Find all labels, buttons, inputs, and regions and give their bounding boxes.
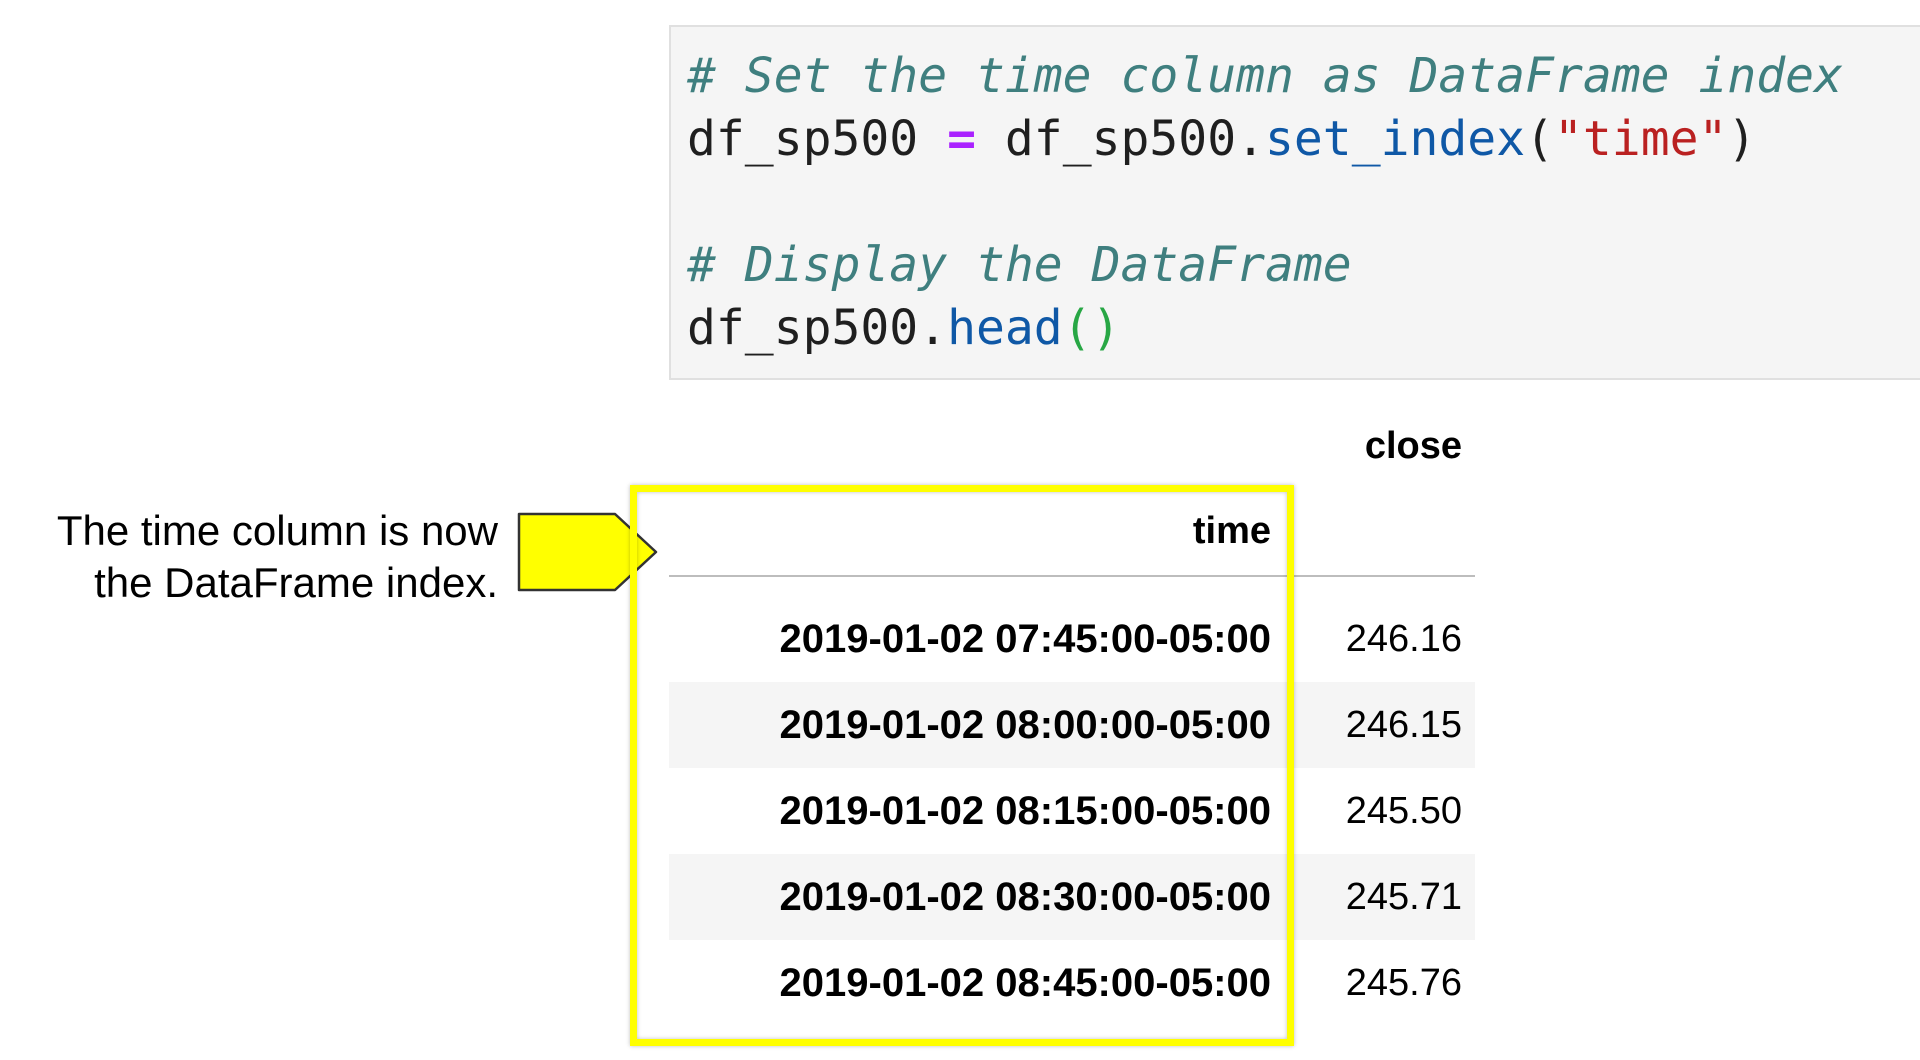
index-header-time: time [1192,510,1271,552]
code-string-arg: "time" [1554,111,1728,167]
row-index: 2019-01-02 07:45:00-05:00 [779,617,1271,661]
code-object-2: df_sp500. [687,300,948,356]
code-open-paren: ( [1525,111,1554,167]
code-comment-set-index: # Set the time column as DataFrame index [687,48,1843,104]
code-editor[interactable]: # Set the time column as DataFrame index… [687,45,1843,360]
code-assign-operator: = [947,111,976,167]
code-var: df_sp500 [687,111,919,167]
table-row: 2019-01-02 08:00:00-05:00 246.15 [669,682,1475,768]
code-close-paren: ) [1727,111,1757,167]
callout-arrow-icon [517,512,658,592]
row-index: 2019-01-02 08:15:00-05:00 [779,789,1271,833]
table-row: 2019-01-02 08:45:00-05:00 245.76 [669,940,1475,1026]
column-header-close: close [1364,425,1462,467]
row-value: 245.76 [1345,962,1462,1004]
annotation-line-2: the DataFrame index. [94,559,498,606]
row-value: 246.16 [1345,618,1462,660]
code-parens: () [1062,300,1121,356]
row-value: 245.71 [1345,876,1462,918]
code-method-set-index: set_index [1265,111,1526,167]
row-index: 2019-01-02 08:00:00-05:00 [779,703,1271,747]
code-cell[interactable]: # Set the time column as DataFrame index… [669,25,1920,380]
code-method-head: head [947,300,1063,356]
row-value: 245.50 [1345,790,1462,832]
table-row: 2019-01-02 08:30:00-05:00 245.71 [669,854,1475,940]
code-object: df_sp500. [1004,111,1265,167]
annotation-text: The time column is now the DataFrame ind… [57,505,498,609]
header-divider [669,575,1475,577]
row-value: 246.15 [1345,704,1462,746]
table-row: 2019-01-02 07:45:00-05:00 246.16 [669,596,1475,682]
row-index: 2019-01-02 08:45:00-05:00 [779,961,1271,1005]
row-index: 2019-01-02 08:30:00-05:00 [779,875,1271,919]
code-comment-display: # Display the DataFrame [687,237,1352,293]
annotation-line-1: The time column is now [56,507,498,554]
table-row: 2019-01-02 08:15:00-05:00 245.50 [669,768,1475,854]
